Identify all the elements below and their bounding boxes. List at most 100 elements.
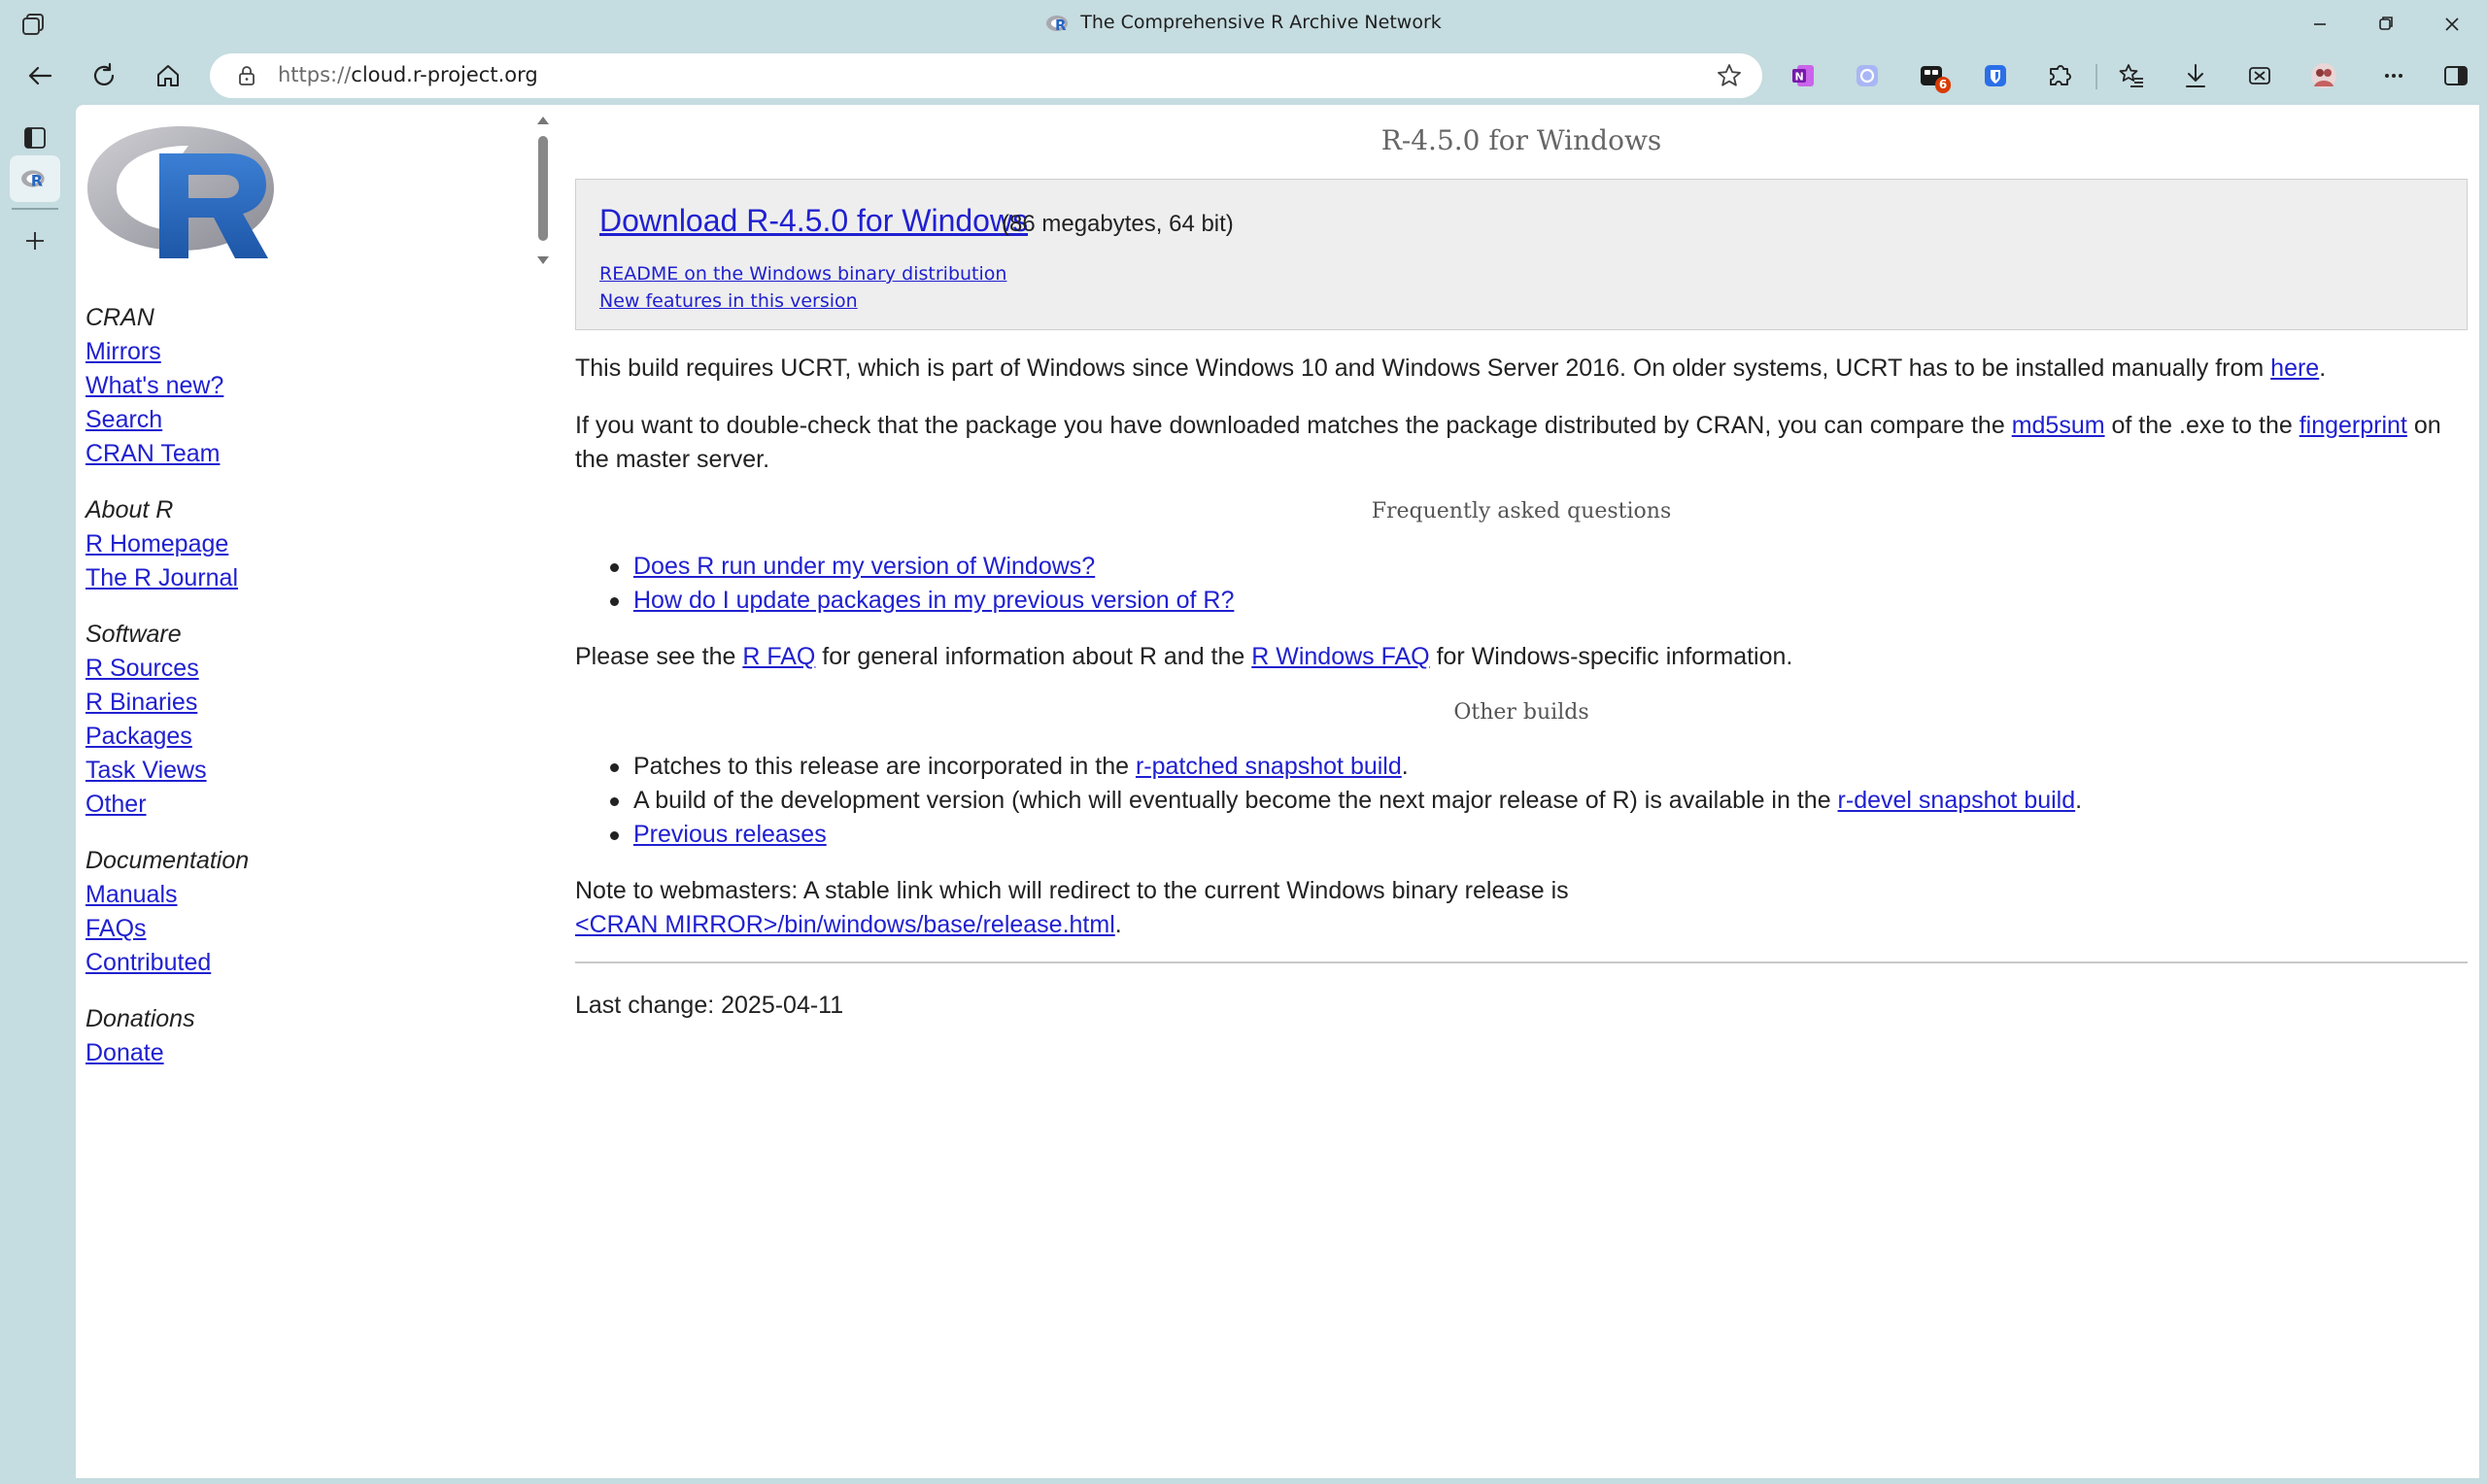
other-build-item: Patches to this release are incorporated… <box>610 750 1409 784</box>
webmasters-note: Note to webmasters: A stable link which … <box>575 874 2468 942</box>
readme-link[interactable]: README on the Windows binary distributio… <box>599 263 1006 285</box>
faq-heading: Frequently asked questions <box>1371 499 1672 523</box>
bullet <box>610 797 619 806</box>
other-builds-heading: Other builds <box>1453 700 1589 725</box>
checksum-text-1: If you want to double-check that the pac… <box>575 412 2012 439</box>
nav-link-packages[interactable]: Packages <box>85 720 249 754</box>
r-devel-link[interactable]: r-devel snapshot build <box>1838 787 2076 814</box>
main-frame: R-4.5.0 for Windows Download R-4.5.0 for… <box>575 105 2470 1465</box>
nav-link-faqs[interactable]: FAQs <box>85 912 249 946</box>
previous-releases-link[interactable]: Previous releases <box>633 821 827 848</box>
copilot-extension-icon[interactable] <box>1850 58 1885 93</box>
scrollbar-thumb[interactable] <box>538 136 548 241</box>
nav-link-whats-new[interactable]: What's new? <box>85 369 249 403</box>
nav-heading-software: Software <box>85 621 182 648</box>
lock-icon[interactable] <box>235 64 258 87</box>
r-patched-link[interactable]: r-patched snapshot build <box>1136 753 1402 780</box>
other-build-item: Previous releases <box>610 818 827 852</box>
back-button[interactable] <box>17 54 62 97</box>
refresh-icon <box>93 62 115 86</box>
svg-text:R: R <box>1055 17 1067 33</box>
nav-link-cran-team[interactable]: CRAN Team <box>85 437 249 471</box>
faq-windows-version-link[interactable]: Does R run under my version of Windows? <box>633 553 1095 580</box>
nav-link-task-views[interactable]: Task Views <box>85 754 249 788</box>
minimize-button[interactable] <box>2300 8 2339 41</box>
url-protocol: https:// <box>278 63 352 86</box>
url-host: cloud.r-project.org <box>351 63 538 86</box>
favorite-star-icon[interactable] <box>1716 62 1743 89</box>
sidebar-toggle-icon[interactable] <box>2438 58 2473 93</box>
checksum-paragraph: If you want to double-check that the pac… <box>575 409 2468 477</box>
nav-link-mirrors[interactable]: Mirrors <box>85 335 249 369</box>
r-windows-faq-link[interactable]: R Windows FAQ <box>1251 643 1429 670</box>
nav-link-donate[interactable]: Donate <box>85 1036 249 1070</box>
window-title-text: The Comprehensive R Archive Network <box>1080 12 1442 33</box>
tab-sidebar-toggle[interactable] <box>10 115 60 161</box>
extensions-puzzle-icon[interactable] <box>2042 58 2077 93</box>
patched-text: Patches to this release are incorporated… <box>633 753 1136 780</box>
r-favicon-icon: R <box>21 170 45 190</box>
nav-link-contributed[interactable]: Contributed <box>85 946 249 980</box>
ucrt-end: . <box>2319 354 2327 382</box>
nav-link-search[interactable]: Search <box>85 403 249 437</box>
tab-cran[interactable]: R <box>10 155 60 202</box>
bullet <box>610 763 619 772</box>
divider <box>575 961 2468 963</box>
frame-scrollbar[interactable] <box>531 113 555 278</box>
close-button[interactable] <box>2433 8 2471 41</box>
download-link[interactable]: Download R-4.5.0 for Windows <box>599 203 1028 239</box>
refresh-button[interactable] <box>82 54 126 97</box>
checksum-text-2: of the .exe to the <box>2104 412 2300 439</box>
page-title: R-4.5.0 for Windows <box>1380 124 1662 156</box>
svg-text:R: R <box>31 172 44 190</box>
vertical-tab-strip: R <box>0 103 74 1484</box>
left-navigation-frame: CRAN Mirrors What's new? Search CRAN Tea… <box>76 105 562 1478</box>
scroll-up-arrow-icon[interactable] <box>531 113 555 126</box>
notification-badge: 6 <box>1935 77 1951 93</box>
patched-end: . <box>1401 753 1409 780</box>
bullet <box>610 563 619 572</box>
favorites-icon[interactable] <box>2114 58 2149 93</box>
onenote-extension-icon[interactable]: N <box>1786 58 1821 93</box>
ucrt-paragraph: This build requires UCRT, which is part … <box>575 352 2468 386</box>
nav-heading-documentation: Documentation <box>85 847 250 874</box>
downloads-icon[interactable] <box>2178 58 2213 93</box>
nav-link-r-journal[interactable]: The R Journal <box>85 561 249 595</box>
new-features-link[interactable]: New features in this version <box>599 290 858 312</box>
profile-avatar[interactable] <box>2306 58 2341 93</box>
vertical-tabs-icon <box>24 127 46 149</box>
nav-link-manuals[interactable]: Manuals <box>85 878 249 912</box>
home-button[interactable] <box>146 54 190 97</box>
url-text[interactable]: https://cloud.r-project.org <box>278 63 538 86</box>
faq-list-item: How do I update packages in my previous … <box>610 584 1234 618</box>
nav-link-r-binaries[interactable]: R Binaries <box>85 686 249 720</box>
fingerprint-link[interactable]: fingerprint <box>2300 412 2407 439</box>
nav-heading-donations: Donations <box>85 1005 195 1032</box>
scroll-down-arrow-icon[interactable] <box>531 254 555 268</box>
md5sum-link[interactable]: md5sum <box>2012 412 2105 439</box>
devel-text: A build of the development version (whic… <box>633 787 1838 814</box>
more-options-icon[interactable] <box>2376 58 2411 93</box>
bullet <box>610 597 619 606</box>
nav-link-r-homepage[interactable]: R Homepage <box>85 527 249 561</box>
tab-groups-extension-icon[interactable]: 6 <box>1914 58 1951 93</box>
screenshot-icon[interactable] <box>2242 58 2277 93</box>
nav-group-software: Software R Sources R Binaries Packages T… <box>85 618 249 822</box>
r-logo[interactable] <box>84 113 278 268</box>
back-arrow-icon <box>28 66 52 85</box>
faq-update-packages-link[interactable]: How do I update packages in my previous … <box>633 587 1234 614</box>
restore-button[interactable] <box>2367 8 2405 41</box>
nav-link-other[interactable]: Other <box>85 788 249 822</box>
faq-note-paragraph: Please see the R FAQ for general informa… <box>575 640 2468 674</box>
ucrt-here-link[interactable]: here <box>2270 354 2319 382</box>
nav-group-about: About R R Homepage The R Journal <box>85 493 249 595</box>
toolbar-separator <box>2095 64 2097 89</box>
new-tab-button[interactable] <box>10 218 60 264</box>
r-faq-link[interactable]: R FAQ <box>742 643 815 670</box>
release-link[interactable]: <CRAN MIRROR>/bin/windows/base/release.h… <box>575 911 1115 938</box>
nav-link-r-sources[interactable]: R Sources <box>85 652 249 686</box>
faq-note-text-2: for general information about R and the <box>815 643 1252 670</box>
other-build-item: A build of the development version (whic… <box>610 784 2082 818</box>
bitwarden-extension-icon[interactable] <box>1978 58 2013 93</box>
address-bar[interactable]: https://cloud.r-project.org <box>210 53 1762 98</box>
